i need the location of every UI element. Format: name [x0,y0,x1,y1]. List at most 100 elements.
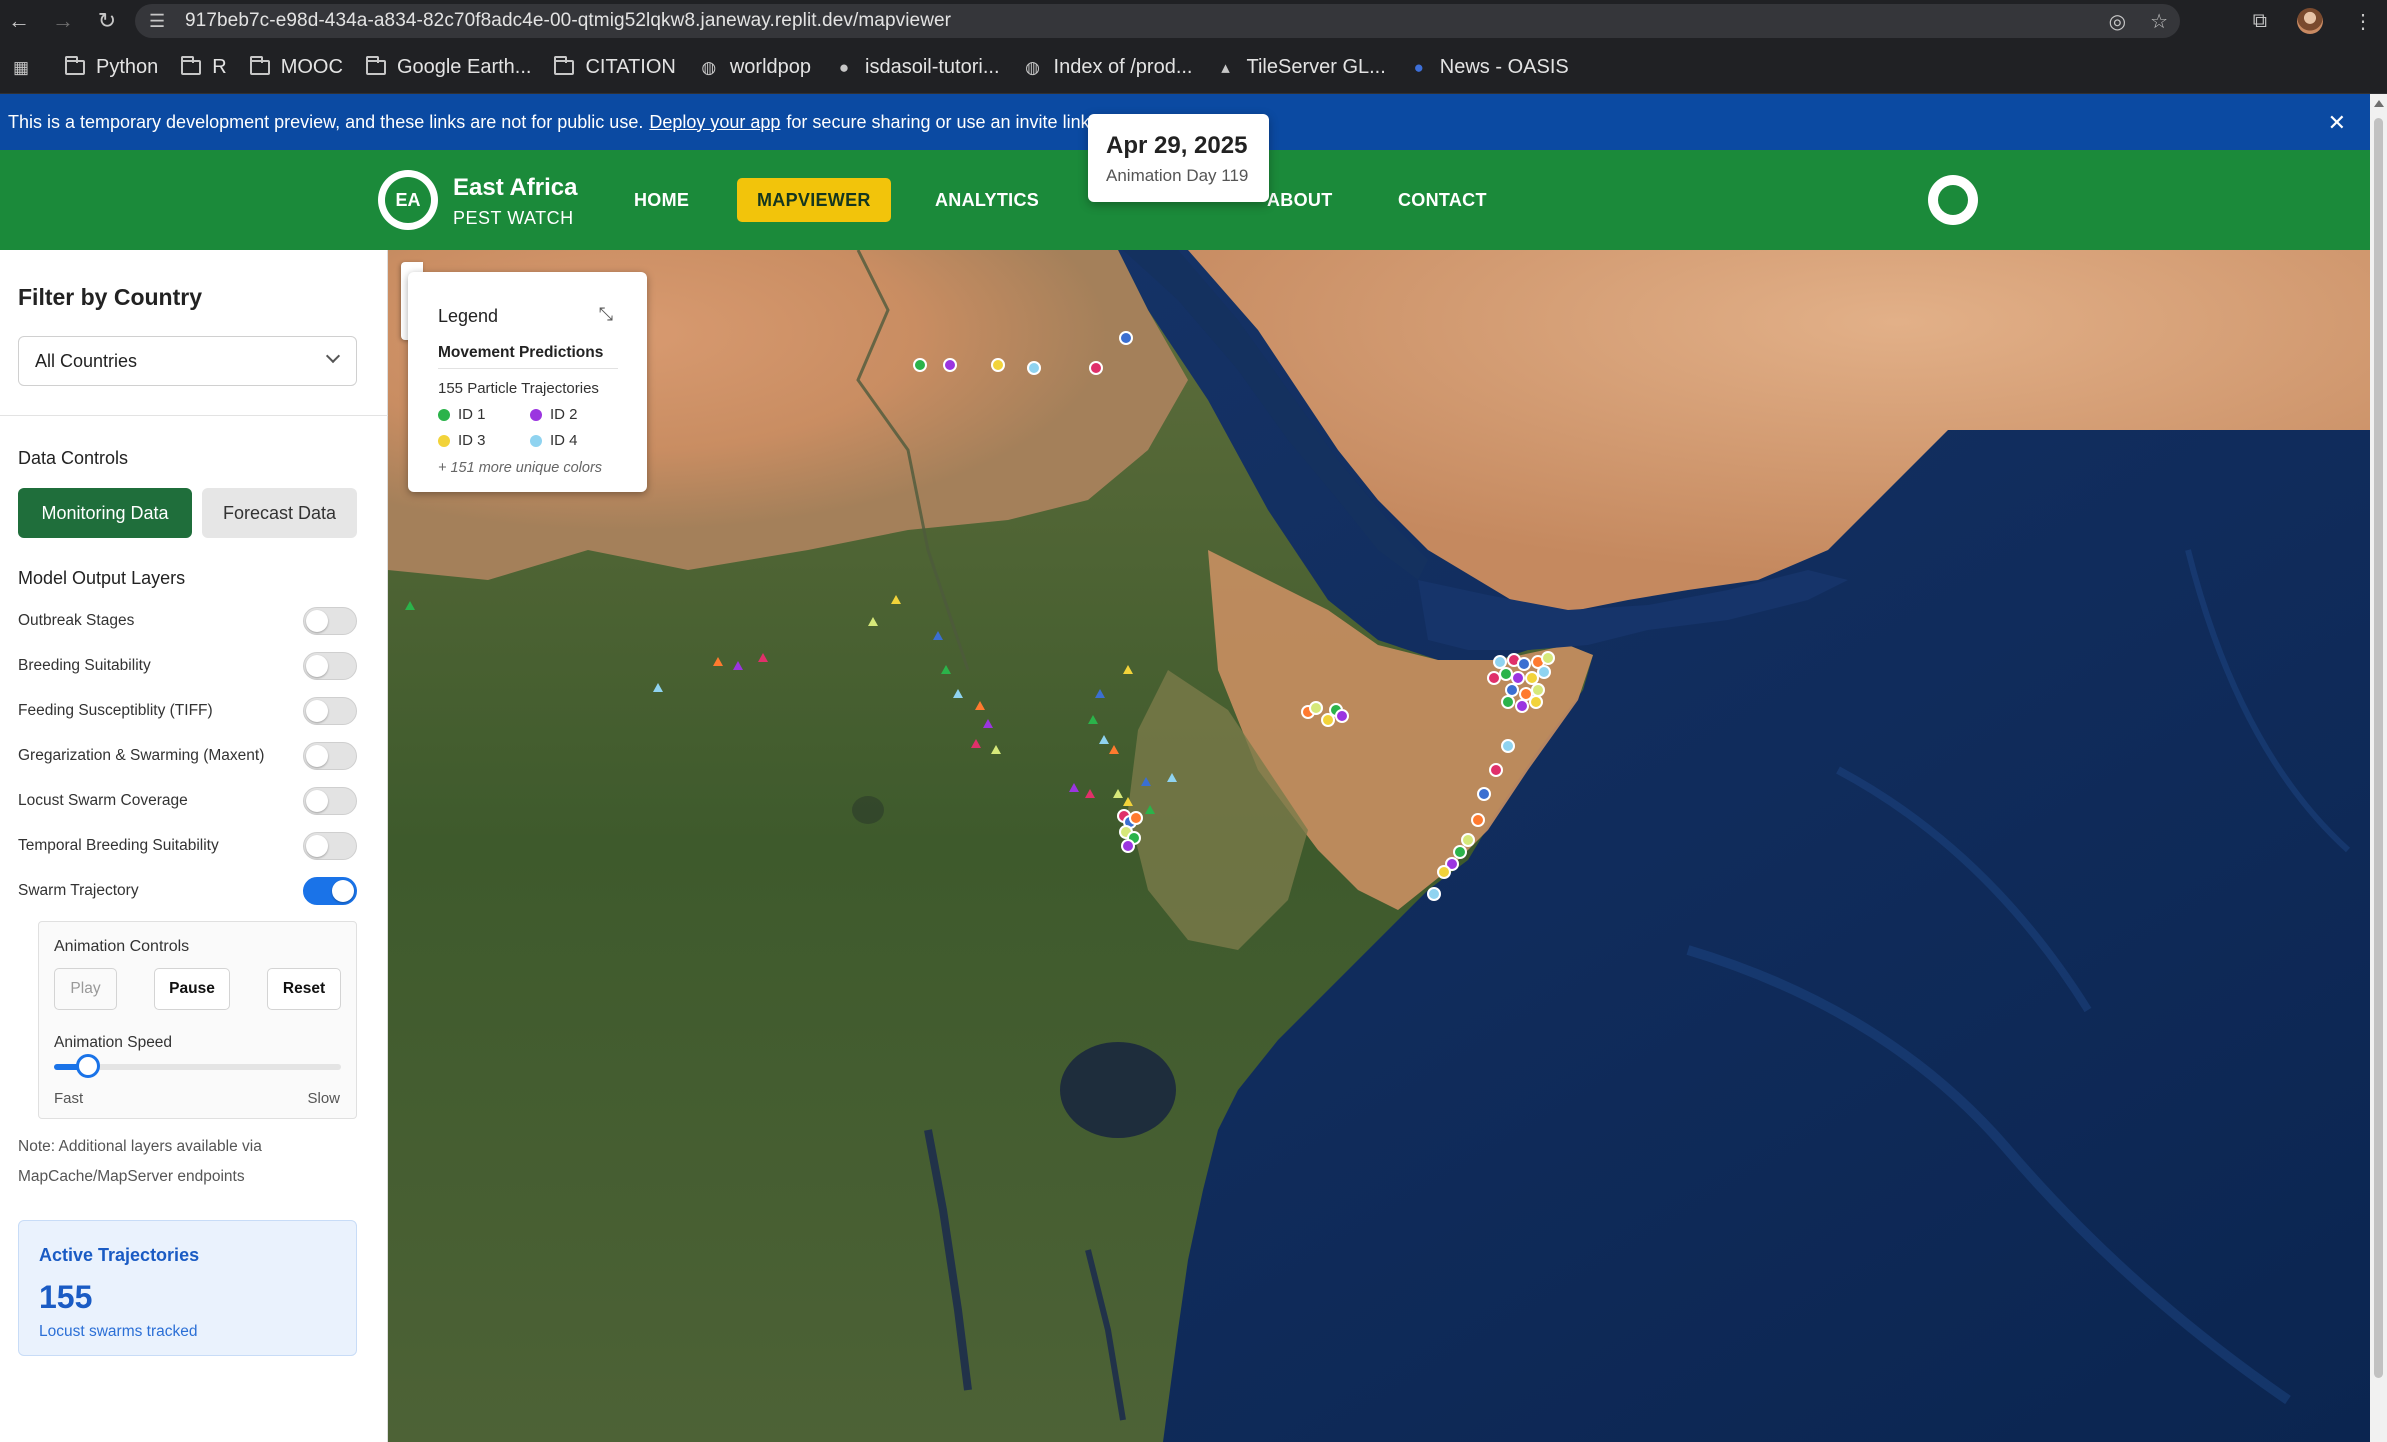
trajectory-marker[interactable] [1537,665,1551,679]
map-view[interactable] [388,250,2370,1442]
trajectory-arrow [941,665,951,674]
trajectory-marker[interactable] [1501,695,1515,709]
close-icon[interactable]: ✕ [2328,110,2346,136]
eye-off-icon[interactable]: ◎ [2109,9,2126,34]
trajectory-marker[interactable] [1499,667,1513,681]
bookmark-tileserver[interactable]: ▴ TileServer GL... [1215,56,1386,79]
bookmark-worldpop[interactable]: ◍ worldpop [698,56,811,79]
bookmark-r[interactable]: R [180,56,227,79]
trajectory-marker[interactable] [1089,361,1103,375]
pause-button[interactable]: Pause [154,968,230,1010]
collapse-icon[interactable]: ⤡ [599,304,613,325]
trajectory-marker[interactable] [1119,331,1133,345]
trajectory-marker[interactable] [1517,657,1531,671]
trajectory-marker[interactable] [1437,865,1451,879]
speed-slow-label: Slow [307,1090,340,1107]
reset-button[interactable]: Reset [267,968,341,1010]
monitoring-data-button[interactable]: Monitoring Data [18,488,192,538]
animation-title: Animation Controls [54,938,190,955]
toggle-gregarization[interactable] [303,742,357,770]
speed-label: Animation Speed [54,1034,173,1051]
logo[interactable]: EA [378,170,438,230]
trajectory-marker[interactable] [1461,833,1475,847]
legend-swatch [530,408,542,421]
trajectory-marker[interactable] [1529,695,1543,709]
bookmark-index-prod[interactable]: ◍ Index of /prod... [1022,56,1192,79]
nav-analytics[interactable]: ANALYTICS [935,178,1039,222]
trajectory-marker[interactable] [1477,787,1491,801]
trajectory-arrow [713,657,723,666]
trajectory-marker[interactable] [1501,739,1515,753]
forecast-data-button[interactable]: Forecast Data [202,488,357,538]
layer-temporal-breeding: Temporal Breeding Suitability [18,831,357,861]
user-status-icon[interactable] [1928,175,1978,225]
nav-about[interactable]: ABOUT [1267,178,1333,222]
trajectory-marker[interactable] [1541,651,1555,665]
toggle-swarm-coverage[interactable] [303,787,357,815]
folder-icon [249,56,271,77]
speed-slider-handle[interactable] [76,1054,101,1078]
bookmark-mooc[interactable]: MOOC [249,56,343,79]
bookmark-google-earth[interactable]: Google Earth... [365,56,531,79]
toggle-feeding-susceptibility[interactable] [303,697,357,725]
trajectory-marker[interactable] [1511,671,1525,685]
toggle-temporal-breeding[interactable] [303,832,357,860]
site-info-icon[interactable]: ☰ [149,11,171,32]
brand[interactable]: East Africa PEST WATCH [453,174,578,229]
trajectory-marker[interactable] [1531,683,1545,697]
toggle-swarm-trajectory[interactable] [303,877,357,905]
trajectory-arrow [1167,773,1177,782]
date-popup: Apr 29, 2025 Animation Day 119 [1088,114,1269,202]
nav-home[interactable]: HOME [634,178,689,222]
trajectory-marker[interactable] [1489,763,1503,777]
trajectory-marker[interactable] [1487,671,1501,685]
bookmark-isdasoil[interactable]: ● isdasoil-tutori... [833,56,1000,79]
trajectory-marker[interactable] [1505,683,1519,697]
back-icon[interactable]: ← [8,10,30,32]
deploy-link[interactable]: Deploy your app [649,112,780,133]
trajectory-marker[interactable] [1453,845,1467,859]
trajectory-marker[interactable] [1121,839,1135,853]
profile-avatar[interactable] [2297,8,2323,34]
trajectory-marker[interactable] [1335,709,1349,723]
menu-icon[interactable]: ⋮ [2353,9,2373,34]
nav-contact[interactable]: CONTACT [1398,178,1487,222]
folder-icon [365,56,387,77]
play-button[interactable]: Play [54,968,117,1010]
sidebar: Filter by Country All Countries Data Con… [0,250,388,1442]
extensions-icon[interactable]: ⧉ [2253,10,2267,33]
filter-title: Filter by Country [18,284,203,310]
toggle-breeding-suitability[interactable] [303,652,357,680]
trajectory-marker[interactable] [991,358,1005,372]
trajectory-marker[interactable] [1515,699,1529,713]
apps-icon[interactable]: ▦ [10,58,42,77]
trajectory-marker[interactable] [1129,811,1143,825]
bookmark-python[interactable]: Python [64,56,158,79]
trajectory-marker[interactable] [1427,887,1441,901]
address-bar[interactable]: ☰ 917beb7c-e98d-434a-a834-82c70f8adc4e-0… [135,4,2180,38]
trajectory-marker[interactable] [943,358,957,372]
bookmark-news-oasis[interactable]: ● News - OASIS [1408,56,1569,79]
bookmark-citation[interactable]: CITATION [553,56,676,79]
nav-mapviewer[interactable]: MAPVIEWER [737,178,891,222]
trajectory-marker[interactable] [1027,361,1041,375]
trajectory-marker[interactable] [1309,701,1323,715]
page-scrollbar[interactable] [2370,94,2387,1442]
trajectory-marker[interactable] [1525,671,1539,685]
trajectory-marker[interactable] [1471,813,1485,827]
trajectory-arrow [983,719,993,728]
trajectory-arrow [933,631,943,640]
bookmark-star-icon[interactable]: ☆ [2150,9,2168,34]
person-icon: ● [1413,57,1424,77]
legend-count: 155 Particle Trajectories [438,380,599,397]
forward-icon[interactable]: → [52,10,74,32]
trajectory-marker[interactable] [1493,655,1507,669]
trajectory-marker[interactable] [1321,713,1335,727]
trajectory-arrow [405,601,415,610]
url-text[interactable]: 917beb7c-e98d-434a-a834-82c70f8adc4e-00-… [185,10,951,32]
toggle-outbreak-stages[interactable] [303,607,357,635]
trajectory-marker[interactable] [913,358,927,372]
reload-icon[interactable]: ↻ [96,10,118,32]
country-select[interactable]: All Countries [18,336,357,386]
banner-text: This is a temporary development preview,… [8,111,644,132]
